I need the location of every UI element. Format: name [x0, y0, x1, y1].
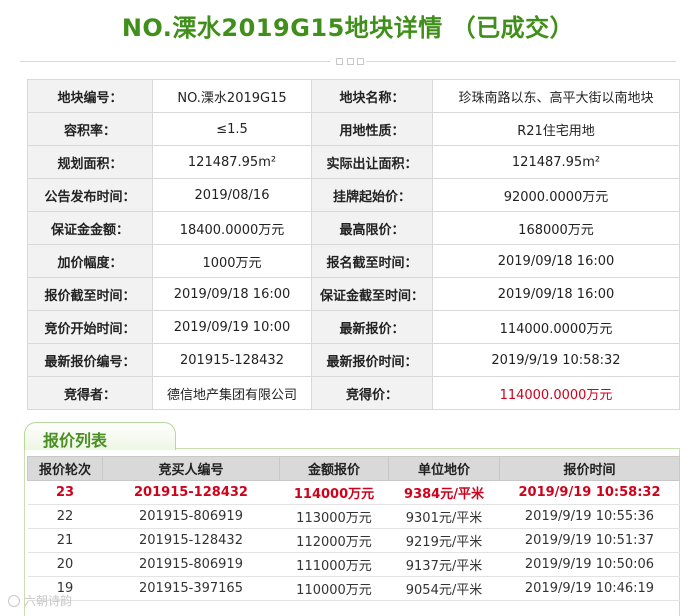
detail-value: 92000.0000万元: [432, 178, 680, 212]
detail-value: 168000万元: [432, 211, 680, 245]
detail-label: 最新报价：: [311, 310, 433, 344]
detail-row: 规划面积： 121487.95m² 实际出让面积： 121487.95m²: [27, 145, 680, 179]
bid-list-tab[interactable]: 报价列表: [24, 422, 176, 450]
detail-value: 2019/09/18 16:00: [432, 244, 680, 278]
bidder-id: 201915-806919: [102, 504, 280, 529]
page-title: NO.溧水2019G15地块详情 （已成交）: [121, 14, 575, 42]
unit-price: 9301元/平米: [388, 504, 500, 529]
table-row: 19 201915-397165 110000万元 9054元/平米 2019/…: [27, 576, 680, 601]
unit-price: 9384元/平米: [388, 480, 500, 505]
detail-label: 容积率：: [27, 112, 153, 146]
table-row: 20 201915-806919 111000万元 9137元/平米 2019/…: [27, 552, 680, 577]
detail-value: 2019/09/18 16:00: [152, 277, 312, 311]
detail-label: 挂牌起始价：: [311, 178, 433, 212]
bid-list-tab-label: 报价列表: [43, 431, 108, 450]
bid-time: 2019/9/19 10:51:37: [499, 528, 680, 553]
detail-label: 竞得价：: [311, 376, 433, 410]
watermark-logo-icon: [8, 594, 20, 607]
detail-value: 1000万元: [152, 244, 312, 278]
detail-label: 最高限价：: [311, 211, 433, 245]
detail-label: 保证金截至时间：: [311, 277, 433, 311]
title-divider-left: [20, 61, 330, 62]
bid-table-header: 报价轮次 竞买人编号 金额报价 单位地价 报价时间: [27, 456, 680, 481]
bid-amount: 111000万元: [279, 552, 389, 577]
detail-label: 实际出让面积：: [311, 145, 433, 179]
detail-value: 2019/09/19 10:00: [152, 310, 312, 344]
detail-value: R21住宅用地: [432, 112, 680, 146]
detail-label: 最新报价编号：: [27, 343, 153, 377]
detail-label: 公告发布时间：: [27, 178, 153, 212]
detail-value: 121487.95m²: [152, 145, 312, 179]
bid-amount: 113000万元: [279, 504, 389, 529]
detail-row: 竞价开始时间： 2019/09/19 10:00 最新报价： 114000.00…: [27, 310, 680, 344]
column-header-bidder-id: 竞买人编号: [102, 456, 280, 481]
bidder-id: 201915-397165: [102, 576, 280, 601]
watermark: 六朝诗韵: [8, 592, 72, 609]
bid-round: 21: [27, 528, 103, 553]
detail-value: ≤1.5: [152, 112, 312, 146]
watermark-text: 六朝诗韵: [24, 594, 73, 608]
detail-value: 珍珠南路以东、高平大街以南地块: [432, 79, 680, 113]
detail-row: 加价幅度： 1000万元 报名截至时间： 2019/09/18 16:00: [27, 244, 680, 278]
unit-price: 9054元/平米: [388, 576, 500, 601]
bidder-id: 201915-128432: [102, 480, 280, 505]
bid-amount: 114000万元: [279, 480, 389, 505]
bid-time: 2019/9/19 10:58:32: [499, 480, 680, 505]
detail-value: 18400.0000万元: [152, 211, 312, 245]
table-row: 21 201915-128432 112000万元 9219元/平米 2019/…: [27, 528, 680, 553]
bid-round: 23: [27, 480, 103, 505]
bid-round: 20: [27, 552, 103, 577]
detail-label: 报名截至时间：: [311, 244, 433, 278]
detail-value: 2019/9/19 10:58:32: [432, 343, 680, 377]
column-header-amount: 金额报价: [279, 456, 389, 481]
bid-amount: 110000万元: [279, 576, 389, 601]
detail-label: 地块编号：: [27, 79, 153, 113]
detail-row: 公告发布时间： 2019/08/16 挂牌起始价： 92000.0000万元: [27, 178, 680, 212]
bid-amount: 112000万元: [279, 528, 389, 553]
winning-price: 114000.0000万元: [432, 376, 680, 410]
unit-price: 9219元/平米: [388, 528, 500, 553]
bid-time: 2019/9/19 10:50:06: [499, 552, 680, 577]
detail-label: 规划面积：: [27, 145, 153, 179]
winner-name: 德信地产集团有限公司: [152, 376, 312, 410]
detail-row: 容积率： ≤1.5 用地性质： R21住宅用地: [27, 112, 680, 146]
detail-label: 地块名称：: [311, 79, 433, 113]
table-row: 23 201915-128432 114000万元 9384元/平米 2019/…: [27, 480, 680, 505]
detail-value: 2019/09/18 16:00: [432, 277, 680, 311]
detail-value: 114000.0000万元: [432, 310, 680, 344]
detail-row: 地块编号： NO.溧水2019G15 地块名称： 珍珠南路以东、高平大街以南地块: [27, 79, 680, 113]
detail-label: 加价幅度：: [27, 244, 153, 278]
detail-label: 保证金金额：: [27, 211, 153, 245]
detail-label: 最新报价时间：: [311, 343, 433, 377]
bid-time: 2019/9/19 10:46:19: [499, 576, 680, 601]
title-divider-right: [366, 61, 676, 62]
detail-label: 竞得者：: [27, 376, 153, 410]
column-header-bid-time: 报价时间: [499, 456, 680, 481]
column-header-unit-price: 单位地价: [388, 456, 500, 481]
detail-row: 报价截至时间： 2019/09/18 16:00 保证金截至时间： 2019/0…: [27, 277, 680, 311]
detail-row: 竞得者： 德信地产集团有限公司 竞得价： 114000.0000万元: [27, 376, 680, 410]
detail-value: 201915-128432: [152, 343, 312, 377]
column-header-round: 报价轮次: [27, 456, 103, 481]
bid-round: 22: [27, 504, 103, 529]
detail-row: 最新报价编号： 201915-128432 最新报价时间： 2019/9/19 …: [27, 343, 680, 377]
detail-label: 用地性质：: [311, 112, 433, 146]
detail-value: 2019/08/16: [152, 178, 312, 212]
bidder-id: 201915-806919: [102, 552, 280, 577]
unit-price: 9137元/平米: [388, 552, 500, 577]
detail-label: 报价截至时间：: [27, 277, 153, 311]
detail-label: 竞价开始时间：: [27, 310, 153, 344]
land-detail-table: 地块编号： NO.溧水2019G15 地块名称： 珍珠南路以东、高平大街以南地块…: [27, 79, 680, 410]
detail-row: 保证金金额： 18400.0000万元 最高限价： 168000万元: [27, 211, 680, 245]
title-ornament: [336, 55, 364, 67]
bid-time: 2019/9/19 10:55:36: [499, 504, 680, 529]
bidder-id: 201915-128432: [102, 528, 280, 553]
bid-list-table: 报价轮次 竞买人编号 金额报价 单位地价 报价时间 23 201915-1284…: [27, 456, 680, 601]
detail-value: NO.溧水2019G15: [152, 79, 312, 113]
table-row: 22 201915-806919 113000万元 9301元/平米 2019/…: [27, 504, 680, 529]
detail-value: 121487.95m²: [432, 145, 680, 179]
